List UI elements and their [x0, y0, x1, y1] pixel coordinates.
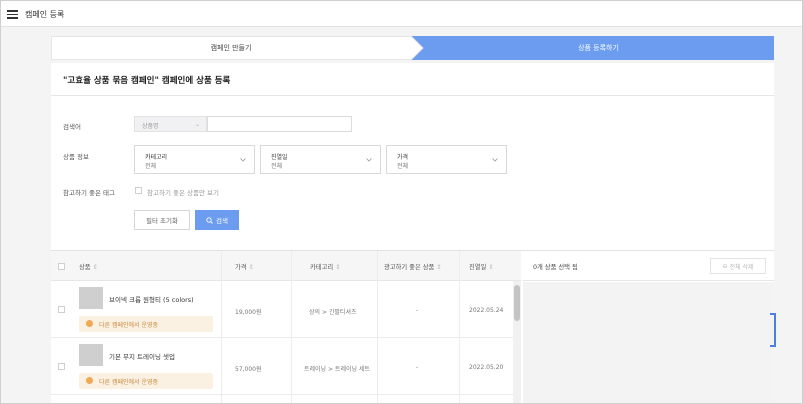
product-recommended: -: [416, 364, 419, 371]
filter-label: 카테고리: [145, 154, 168, 161]
product-recommended: -: [416, 307, 419, 314]
column-divider: [377, 251, 378, 403]
row-checkbox[interactable]: [58, 363, 65, 370]
warning-dot-icon: [86, 377, 93, 384]
search-button-label: 검색: [216, 217, 228, 225]
reset-filter-button-label: 필터 초기화: [146, 217, 178, 225]
selected-panel-body: [523, 282, 774, 403]
delete-icon: ⊖: [722, 262, 728, 270]
column-divider: [459, 251, 460, 403]
main-card: "고효율 상품 묶음 캠페인" 캠페인에 상품 등록 검색어 상품명 ⌄ 상품 …: [51, 63, 774, 403]
search-button[interactable]: 검색: [195, 210, 239, 230]
column-label: 진열일: [469, 264, 487, 271]
product-display-date: 2022.05.24: [469, 307, 504, 314]
chevron-down-icon: [366, 158, 372, 162]
status-badge-label: 다른 캠페인에서 운영중: [99, 379, 159, 386]
sort-icon: ⇕: [436, 264, 442, 271]
filter-value: 전체: [271, 163, 283, 170]
column-divider: [291, 251, 292, 403]
selected-count: 0개 상품 선택 됨: [533, 264, 578, 271]
status-badge-label: 다른 캠페인에서 운영중: [99, 322, 159, 329]
column-header-category[interactable]: 카테고리 ⇕: [310, 262, 340, 271]
price-filter-select[interactable]: 가격 전체: [386, 145, 507, 174]
page-title: "고효율 상품 묶음 캠페인" 캠페인에 상품 등록: [63, 76, 231, 86]
category-filter-select[interactable]: 카테고리 전체: [134, 145, 255, 174]
divider: [51, 95, 774, 96]
column-label: 광고하기 좋은 상품: [384, 264, 435, 271]
step-label: 상품 등록하기: [578, 44, 619, 52]
column-label: 카테고리: [310, 264, 334, 271]
selected-panel-header: 0개 상품 선택 됨 ⊖ 전체 삭제: [523, 251, 774, 281]
filter-value: 전체: [145, 163, 157, 170]
sort-icon: ⇕: [335, 264, 341, 271]
step-campaign-create[interactable]: 캠페인 만들기: [51, 36, 423, 60]
product-category: 트레이닝 > 트레이닝 세트: [304, 366, 370, 373]
recommended-tag-label: 참고하기 좋은 태그: [63, 189, 115, 197]
column-header-recommended[interactable]: 광고하기 좋은 상품 ⇕: [384, 262, 442, 271]
reset-filter-button[interactable]: 필터 초기화: [134, 210, 190, 230]
product-info-label: 상품 정보: [63, 153, 89, 161]
product-category: 상의 > 긴팔티셔츠: [309, 309, 357, 316]
page-header-title: 캠페인 등록: [25, 10, 65, 19]
warning-dot-icon: [86, 320, 93, 327]
column-header-display-date[interactable]: 진열일 ⇕: [469, 262, 494, 271]
filter-label: 진열일: [271, 154, 288, 161]
recommended-only-checkbox[interactable]: [135, 187, 142, 194]
step-arrow-icon: [411, 36, 424, 60]
panel-handle[interactable]: [770, 313, 776, 347]
chevron-down-icon: [240, 158, 246, 162]
chevron-down-icon: ⌄: [194, 121, 200, 128]
product-price: 57,000원: [235, 366, 262, 373]
chevron-down-icon: [492, 158, 498, 162]
clear-all-button[interactable]: ⊖ 전체 삭제: [710, 258, 766, 274]
filter-label: 가격: [397, 154, 409, 161]
recommended-only-checkbox-label[interactable]: 참고하기 좋은 상품만 보기: [147, 187, 219, 197]
product-name[interactable]: 브이넥 크롭 원형티 (5 colors): [109, 294, 194, 304]
stepper: 캠페인 만들기 상품 등록하기: [51, 36, 774, 60]
search-type-value: 상품명: [142, 123, 159, 130]
hamburger-menu-icon[interactable]: [7, 10, 18, 19]
table-row[interactable]: 브이넥 크롭 원형티 (5 colors) 다른 캠페인에서 운영중 19,00…: [51, 282, 513, 338]
column-label: 가격: [235, 264, 247, 271]
column-label: 상품: [79, 264, 91, 271]
row-checkbox[interactable]: [58, 306, 65, 313]
app-window: 캠페인 등록 캠페인 만들기 상품 등록하기 "고효율 상품 묶음 캠페인" 캠…: [0, 0, 803, 404]
table-row[interactable]: 기본 무지 트레이닝 셋업 다른 캠페인에서 운영중 57,000원 트레이닝 …: [51, 339, 513, 395]
product-thumbnail: [79, 287, 103, 309]
search-icon: [206, 216, 213, 224]
clear-all-button-label: 전체 삭제: [729, 263, 754, 271]
sort-icon: ⇕: [248, 264, 254, 271]
select-all-checkbox[interactable]: [58, 263, 65, 270]
search-label: 검색어: [63, 123, 81, 131]
table-header: 상품 ⇕ 가격 ⇕ 카테고리 ⇕ 광고하기 좋은 상품 ⇕ 진열일 ⇕: [51, 251, 521, 281]
table-scrollbar-thumb[interactable]: [514, 285, 520, 321]
product-price: 19,000원: [235, 309, 262, 316]
sort-icon: ⇕: [488, 264, 494, 271]
top-bar: 캠페인 등록: [1, 1, 802, 27]
step-label: 캠페인 만들기: [210, 44, 252, 52]
step-product-register[interactable]: 상품 등록하기: [411, 36, 774, 60]
column-header-product[interactable]: 상품 ⇕: [79, 262, 98, 271]
product-display-date: 2022.05.20: [469, 364, 504, 371]
status-badge: 다른 캠페인에서 운영중: [79, 373, 213, 389]
product-thumbnail: [79, 344, 103, 366]
status-badge: 다른 캠페인에서 운영중: [79, 316, 213, 332]
column-divider: [221, 251, 222, 403]
product-name[interactable]: 기본 무지 트레이닝 셋업: [109, 351, 175, 361]
filter-value: 전체: [397, 163, 409, 170]
search-type-select[interactable]: 상품명 ⌄: [134, 116, 207, 132]
sort-icon: ⇕: [92, 264, 98, 271]
search-input[interactable]: [207, 116, 352, 132]
display-date-filter-select[interactable]: 진열일 전체: [260, 145, 381, 174]
column-header-price[interactable]: 가격 ⇕: [235, 262, 254, 271]
